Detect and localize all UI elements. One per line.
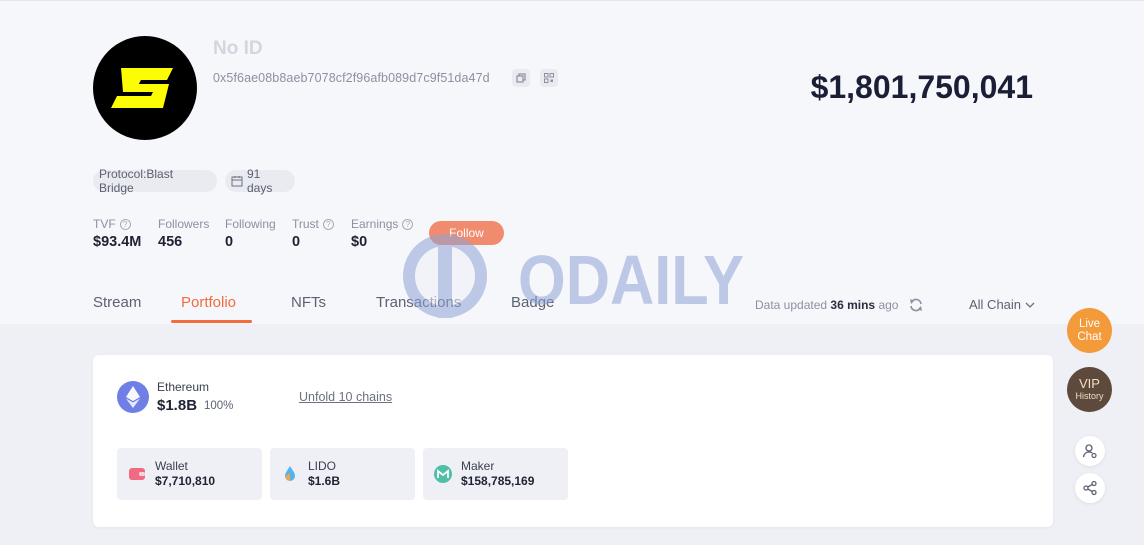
protocol-tag: Protocol:Blast Bridge xyxy=(93,167,217,195)
stat-following-label: Following xyxy=(225,217,276,231)
age-tag-label: 91 days xyxy=(247,167,273,195)
stat-earnings-value: $0 xyxy=(351,234,368,250)
user-settings-button[interactable] xyxy=(1075,436,1105,466)
active-tab-indicator xyxy=(171,320,252,323)
protocol-card-lido[interactable]: LIDO $1.6B xyxy=(270,448,415,500)
protocol-card-wallet[interactable]: Wallet $7,710,810 xyxy=(117,448,262,500)
wallet-address: 0x5f6ae08b8aeb7078cf2f96afb089d7c9f51da4… xyxy=(213,71,490,85)
data-updated-time: 36 mins xyxy=(830,298,876,312)
protocol-value: $7,710,810 xyxy=(155,474,216,488)
vip-history-label: History xyxy=(1075,391,1104,401)
watermark-text: ODAILY xyxy=(518,241,744,319)
vip-history-button[interactable]: VIP History xyxy=(1067,367,1112,412)
data-updated-info: Data updated 36 mins ago xyxy=(755,298,899,312)
help-icon[interactable]: ? xyxy=(402,218,414,230)
calendar-icon xyxy=(231,176,243,187)
chain-percent: 100% xyxy=(204,400,234,412)
stat-followers-value[interactable]: 456 xyxy=(158,234,182,250)
chevron-down-icon xyxy=(1025,302,1035,308)
stat-followers-label: Followers xyxy=(158,217,210,231)
protocol-name: Maker xyxy=(461,459,495,473)
profile-name: No ID xyxy=(213,38,263,59)
help-icon[interactable]: ? xyxy=(119,218,131,230)
stat-trust-label: Trust? xyxy=(292,217,334,231)
avatar xyxy=(93,36,197,140)
tab-nfts[interactable]: NFTs xyxy=(291,294,326,311)
wallet-icon xyxy=(128,465,146,483)
share-button[interactable] xyxy=(1075,473,1105,503)
chain-filter-dropdown[interactable]: All Chain xyxy=(969,297,1035,312)
age-tag: 91 days xyxy=(225,167,295,195)
copy-icon[interactable] xyxy=(512,69,530,87)
watermark-logo: ODAILY xyxy=(403,234,744,319)
share-icon xyxy=(1083,480,1097,496)
qr-code-icon[interactable] xyxy=(540,69,558,87)
protocol-value: $158,785,169 xyxy=(461,474,535,488)
protocol-name: Wallet xyxy=(155,459,188,473)
help-icon[interactable]: ? xyxy=(322,218,334,230)
vip-label: VIP xyxy=(1079,376,1100,391)
stat-earnings-label: Earnings? xyxy=(351,217,414,231)
chain-value: $1.8B xyxy=(157,397,198,414)
user-gear-icon xyxy=(1082,444,1097,459)
maker-icon xyxy=(434,465,452,483)
blast-logo-icon xyxy=(111,68,173,108)
protocol-tag-label: Protocol:Blast Bridge xyxy=(99,167,174,195)
protocol-card-maker[interactable]: Maker $158,785,169 xyxy=(423,448,568,500)
protocol-value: $1.6B xyxy=(308,474,341,488)
stat-tvf-label: TVF? xyxy=(93,217,131,231)
tab-stream[interactable]: Stream xyxy=(93,294,141,311)
protocol-name: LIDO xyxy=(308,459,337,473)
refresh-icon[interactable] xyxy=(908,297,924,313)
stat-following-value[interactable]: 0 xyxy=(225,234,233,250)
chain-filter-label: All Chain xyxy=(969,297,1022,312)
live-chat-label: Live xyxy=(1078,317,1101,330)
total-balance: $1,801,750,041 xyxy=(810,69,1033,105)
live-chat-button[interactable]: Live Chat xyxy=(1067,308,1112,353)
stat-tvf-value: $93.4M xyxy=(93,234,142,250)
lido-icon xyxy=(281,465,299,483)
ethereum-icon xyxy=(117,381,149,413)
live-chat-label: Chat xyxy=(1077,330,1102,343)
stat-trust-value: 0 xyxy=(292,234,301,250)
unfold-chains-link[interactable]: Unfold 10 chains xyxy=(299,390,392,404)
tab-portfolio[interactable]: Portfolio xyxy=(181,294,236,311)
chain-name: Ethereum xyxy=(157,380,210,394)
portfolio-card: Ethereum $1.8B 100% Unfold 10 chains Wal… xyxy=(93,355,1053,527)
